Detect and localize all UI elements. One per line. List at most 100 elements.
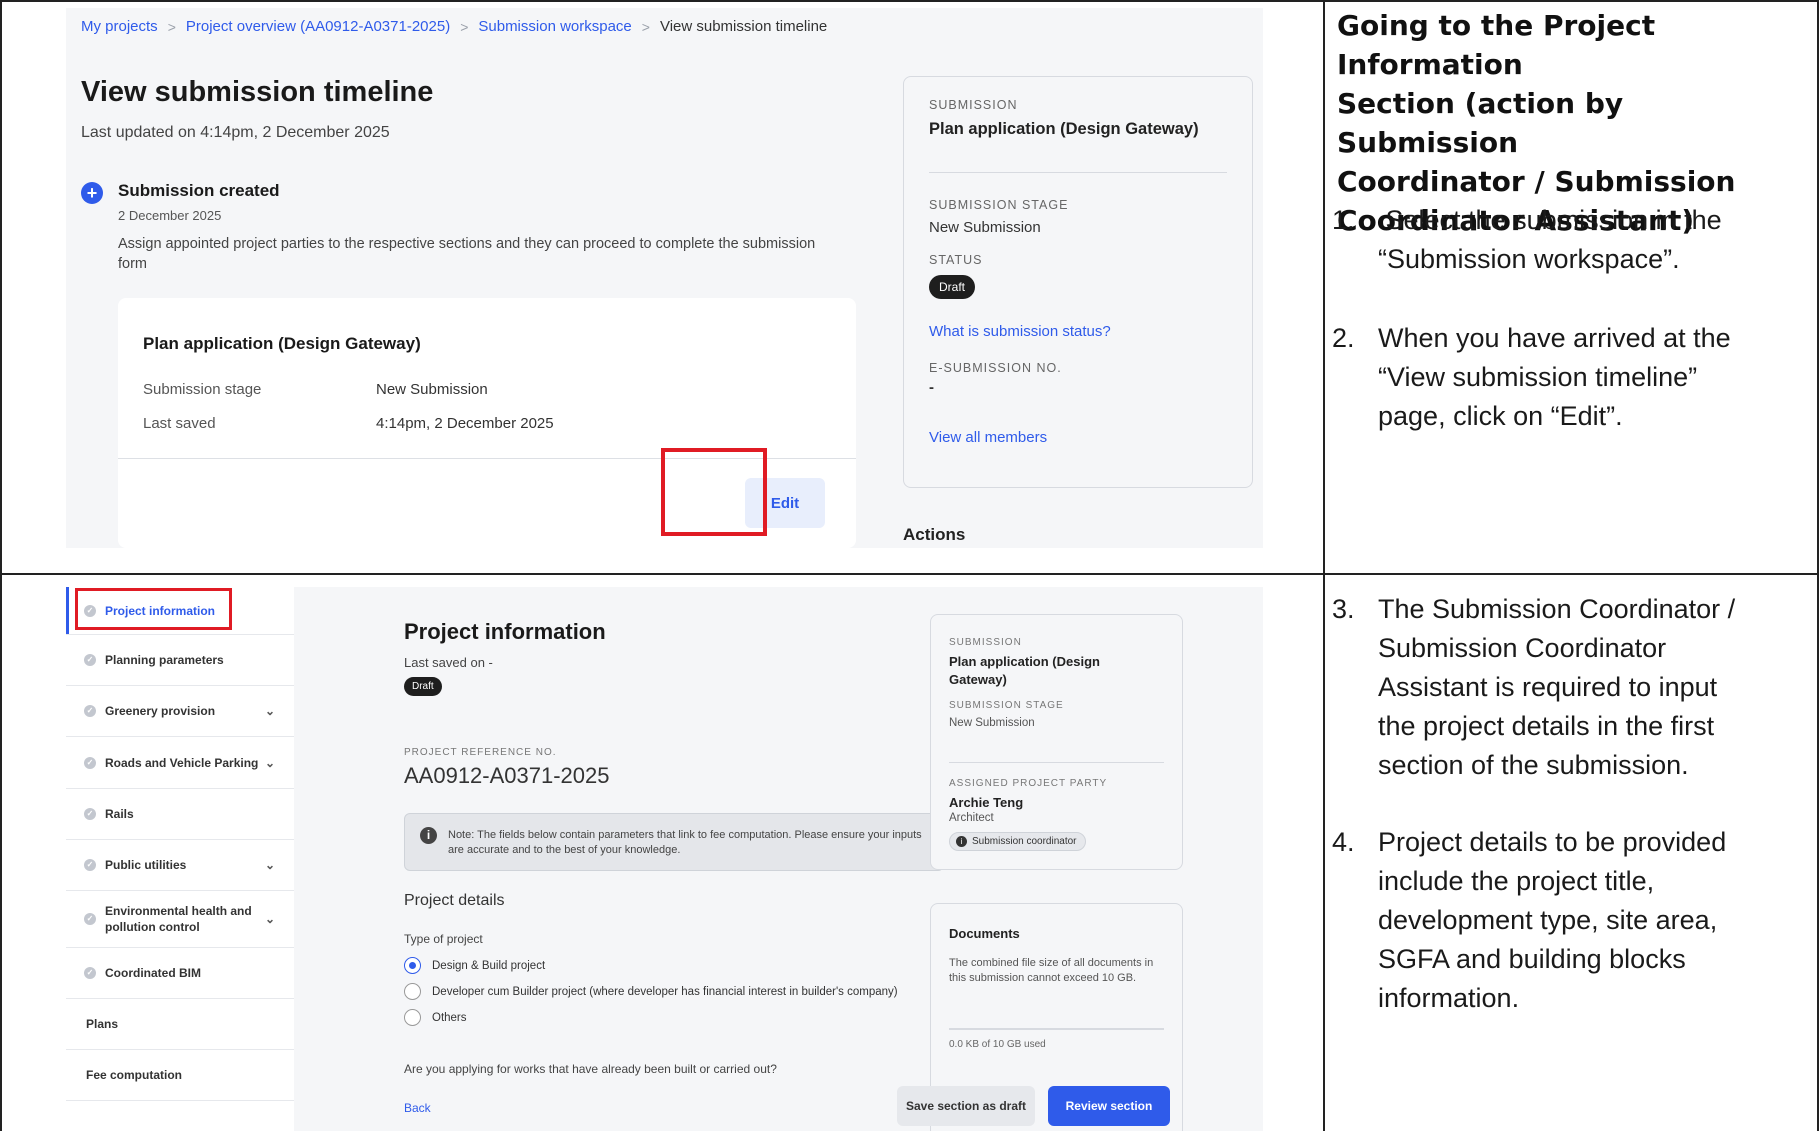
- chevron-right-icon: >: [167, 18, 176, 35]
- submission-label: SUBMISSION: [949, 637, 1022, 648]
- documents-description: The combined file size of all documents …: [949, 957, 1154, 984]
- sidebar-item-greenery-provision[interactable]: ✓ Greenery provision ⌄: [66, 686, 294, 737]
- panel-divider: [949, 762, 1164, 763]
- submission-value: Plan application (Design Gateway): [949, 654, 1100, 687]
- step-number: 1.: [1332, 205, 1355, 235]
- step-4: 4. Project details to be provided includ…: [1332, 823, 1812, 1018]
- submission-label: SUBMISSION: [929, 98, 1018, 112]
- fee-note-banner: i Note: The fields below contain paramet…: [404, 813, 944, 871]
- sidebar-item-label: Environmental health and pollution contr…: [105, 904, 252, 934]
- chevron-down-icon: ⌄: [264, 858, 276, 872]
- step-text: The Submission Coordinator / Submission …: [1378, 590, 1735, 785]
- storage-usage-text: 0.0 KB of 10 GB used: [949, 1039, 1046, 1050]
- table-border-top: [0, 0, 1819, 2]
- party-name: Archie Teng: [949, 795, 1024, 810]
- step-line: Select the submission in the: [1378, 205, 1722, 235]
- radio-label: Others: [432, 1011, 467, 1024]
- back-link[interactable]: Back: [404, 1101, 431, 1115]
- check-circle-icon: ✓: [84, 756, 96, 769]
- esub-label: E-SUBMISSION NO.: [929, 361, 1062, 375]
- status-help-link[interactable]: What is submission status?: [929, 323, 1111, 340]
- status-badge: Draft: [929, 275, 976, 299]
- chevron-right-icon: >: [460, 18, 469, 35]
- saved-value: 4:14pm, 2 December 2025: [376, 415, 554, 432]
- sidebar-item-label: Roads and Vehicle Parking: [105, 755, 259, 770]
- submission-info-panel: SUBMISSION Plan application (Design Gate…: [930, 614, 1183, 870]
- party-label: ASSIGNED PROJECT PARTY: [949, 778, 1108, 789]
- radio-developer-builder[interactable]: Developer cum Builder project (where dev…: [404, 983, 898, 1000]
- stage-label: SUBMISSION STAGE: [949, 700, 1064, 711]
- project-type-label: Type of project: [404, 932, 483, 946]
- sidebar-item-environmental-health[interactable]: ✓ Environmental health and pollution con…: [66, 891, 294, 948]
- radio-selected-icon: [404, 957, 421, 974]
- project-details-heading: Project details: [404, 892, 505, 909]
- sidebar-item-coordinated-bim[interactable]: ✓ Coordinated BIM: [66, 948, 294, 999]
- submission-value: Plan application (Design Gateway): [929, 120, 1199, 138]
- step-text: When you have arrived at the “View submi…: [1378, 319, 1731, 436]
- sidebar-item-fee-computation[interactable]: Fee computation: [66, 1050, 294, 1101]
- info-icon: i: [956, 836, 967, 847]
- step-line: section of the submission.: [1378, 750, 1689, 780]
- breadcrumb-submission-workspace[interactable]: Submission workspace: [478, 18, 631, 35]
- esub-value: -: [929, 379, 934, 396]
- sidebar-item-label: Rails: [105, 807, 134, 821]
- radio-empty-icon: [404, 1009, 421, 1026]
- status-badge: Draft: [404, 677, 442, 696]
- step-2: 2. When you have arrived at the “View su…: [1332, 319, 1812, 436]
- view-members-link[interactable]: View all members: [929, 429, 1047, 446]
- heading-line: Coordinator / Submission: [1337, 165, 1736, 198]
- sidebar-item-label: Public utilities: [105, 858, 187, 872]
- sidebar-item-label: Fee computation: [86, 1068, 183, 1082]
- breadcrumb-my-projects[interactable]: My projects: [81, 18, 158, 35]
- radio-empty-icon: [404, 983, 421, 1000]
- check-circle-icon: ✓: [84, 705, 96, 717]
- last-saved: Last saved on -: [404, 655, 493, 670]
- breadcrumb-current: View submission timeline: [659, 18, 828, 35]
- note-text: Note: The fields below contain parameter…: [448, 829, 922, 856]
- edit-highlight-box: [661, 448, 767, 536]
- step-text: Select the submission in the “Submission…: [1378, 201, 1722, 279]
- step-line: Submission Coordinator: [1378, 633, 1667, 663]
- step-line: Assistant is required to input: [1378, 672, 1718, 702]
- storage-usage-bar: [949, 1028, 1164, 1030]
- step-line: The Submission Coordinator /: [1378, 594, 1736, 624]
- sidebar-item-roads-vehicle-parking[interactable]: ✓ Roads and Vehicle Parking ⌄: [66, 737, 294, 789]
- chevron-down-icon: ⌄: [264, 704, 276, 718]
- heading-line: Section (action by Submission: [1337, 87, 1624, 159]
- breadcrumb-project-overview[interactable]: Project overview (AA0912-A0371-2025): [186, 18, 450, 35]
- sidebar-item-label: Greenery provision: [105, 704, 216, 718]
- info-icon: i: [420, 827, 437, 844]
- sidebar-item-plans[interactable]: Plans: [66, 999, 294, 1050]
- check-circle-icon: ✓: [84, 859, 96, 871]
- radio-label: Design & Build project: [432, 959, 546, 972]
- step-line: When you have arrived at the: [1378, 323, 1731, 353]
- step-text: Project details to be provided include t…: [1378, 823, 1726, 1018]
- event-date: 2 December 2025: [118, 208, 222, 223]
- step-number: 2.: [1332, 323, 1355, 353]
- sidebar-item-rails[interactable]: ✓ Rails: [66, 789, 294, 840]
- radio-others[interactable]: Others: [404, 1009, 467, 1026]
- table-row-divider: [0, 573, 1819, 575]
- radio-label: Developer cum Builder project (where dev…: [432, 985, 898, 998]
- chevron-down-icon: ⌄: [264, 755, 276, 770]
- check-circle-icon: ✓: [84, 808, 96, 820]
- saved-label: Last saved: [143, 415, 216, 432]
- project-information-highlight-box: [75, 588, 232, 630]
- sidebar-item-public-utilities[interactable]: ✓ Public utilities ⌄: [66, 840, 294, 891]
- sidebar-item-label: Plans: [86, 1017, 119, 1031]
- review-section-button[interactable]: Review section: [1048, 1086, 1170, 1126]
- step-line: “Submission workspace”.: [1378, 244, 1680, 274]
- sidebar-item-planning-parameters[interactable]: ✓ Planning parameters: [66, 635, 294, 686]
- plus-circle-icon: +: [81, 182, 103, 204]
- save-draft-button[interactable]: Save section as draft: [897, 1086, 1035, 1126]
- step-line: page, click on “Edit”.: [1378, 401, 1623, 431]
- actions-heading: Actions: [903, 525, 966, 544]
- check-circle-icon: ✓: [84, 654, 96, 666]
- step-line: development type, site area,: [1378, 905, 1718, 935]
- step-number: 4.: [1332, 827, 1355, 857]
- radio-design-build[interactable]: Design & Build project: [404, 957, 545, 974]
- reference-value: AA0912-A0371-2025: [404, 763, 610, 788]
- last-updated: Last updated on 4:14pm, 2 December 2025: [81, 124, 390, 141]
- breadcrumb: My projects > Project overview (AA0912-A…: [81, 18, 827, 35]
- chevron-right-icon: >: [641, 18, 650, 35]
